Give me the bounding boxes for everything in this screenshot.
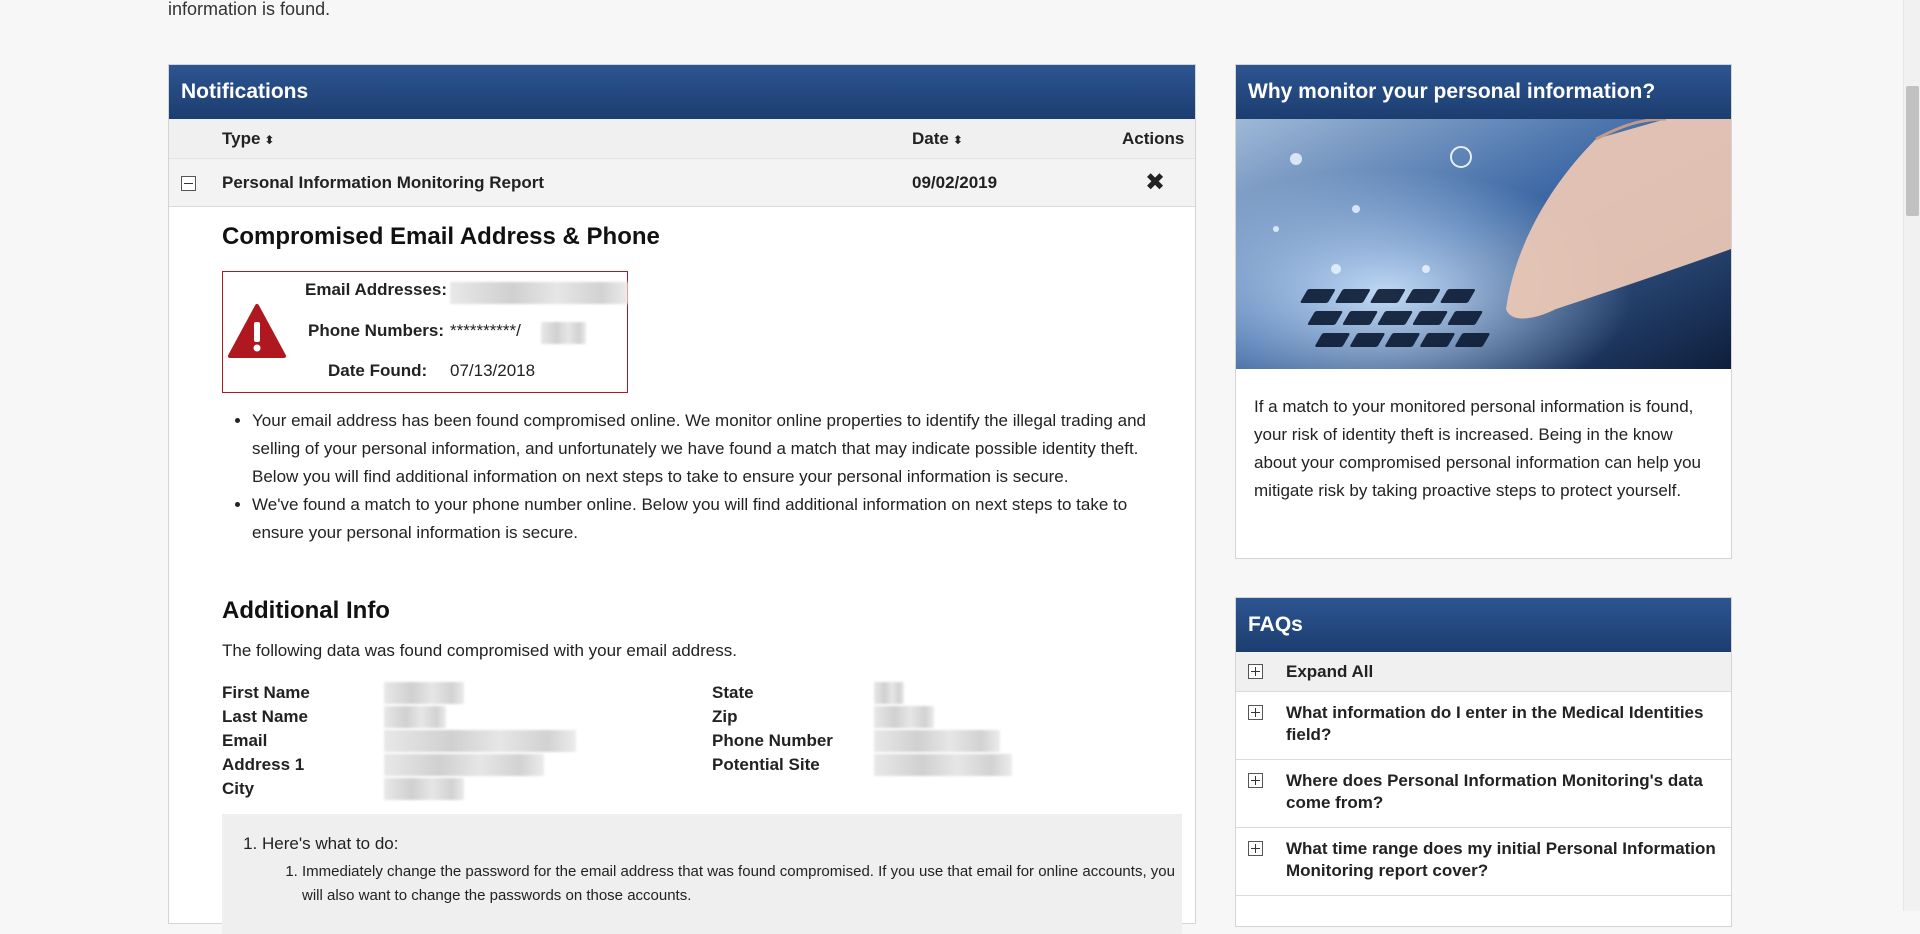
field-state: State	[712, 683, 754, 702]
field-first-name: First Name	[222, 683, 310, 702]
scrollbar-thumb[interactable]	[1906, 86, 1919, 216]
dismiss-icon[interactable]: ✖	[1145, 159, 1165, 207]
sort-icon: ⬍	[952, 133, 963, 147]
field-potential-site: Potential Site	[712, 755, 820, 774]
phone-redacted	[874, 730, 1000, 752]
address-redacted	[384, 754, 544, 776]
field-last-name: Last Name	[222, 707, 308, 726]
email-label: Email Addresses:	[305, 280, 448, 299]
additional-info-heading: Additional Info	[222, 597, 390, 624]
notification-row[interactable]: Personal Information Monitoring Report 0…	[169, 159, 1195, 207]
finding-email: Your email address has been found compro…	[252, 407, 1172, 491]
city-redacted	[384, 778, 464, 800]
date-found-value: 07/13/2018	[450, 361, 536, 380]
state-redacted	[874, 682, 904, 704]
site-redacted	[874, 754, 1012, 776]
sort-icon: ⬍	[264, 133, 275, 147]
page-scrollbar[interactable]	[1903, 0, 1920, 911]
email-redacted	[384, 730, 576, 752]
collapse-icon[interactable]	[181, 176, 196, 191]
why-monitor-title: Why monitor your personal information?	[1236, 65, 1731, 119]
field-email: Email	[222, 731, 268, 750]
expand-icon[interactable]	[1248, 773, 1263, 788]
faq-item[interactable]: What time range does my initial Personal…	[1236, 828, 1731, 896]
field-address-1: Address 1	[222, 755, 305, 774]
todo-list: Here's what to do: Immediately change th…	[222, 814, 1182, 908]
detail-heading: Compromised Email Address & Phone	[222, 223, 660, 250]
phone-value: **********/	[450, 321, 521, 340]
actions-column-label: Actions	[1122, 129, 1185, 148]
phone-value-redacted	[541, 322, 586, 344]
first-name-redacted	[384, 682, 464, 704]
field-zip: Zip	[712, 707, 738, 726]
intro-text-fragment: information is found.	[168, 0, 331, 19]
email-value-redacted	[450, 282, 628, 304]
compromised-alert-box: Email Addresses: Phone Numbers: ********…	[222, 271, 628, 393]
keyboard-hand-image	[1236, 119, 1731, 369]
last-name-redacted	[384, 706, 446, 728]
notification-date: 09/02/2019	[912, 173, 998, 192]
phone-label: Phone Numbers:	[308, 321, 445, 340]
additional-info-subtitle: The following data was found compromised…	[222, 641, 737, 660]
zip-redacted	[874, 706, 934, 728]
notification-type: Personal Information Monitoring Report	[222, 173, 545, 192]
findings-list: Your email address has been found compro…	[222, 407, 1172, 547]
expand-icon[interactable]	[1248, 705, 1263, 720]
field-city: City	[222, 779, 255, 798]
notification-detail: Compromised Email Address & Phone Email …	[222, 223, 1172, 800]
finding-phone: We've found a match to your phone number…	[252, 491, 1172, 547]
date-column-sort[interactable]: Date ⬍	[912, 119, 963, 160]
notifications-panel: Notifications Type ⬍ Date ⬍ Actions Person…	[168, 64, 1196, 934]
faq-expand-all[interactable]: Expand All	[1236, 652, 1731, 692]
faq-item[interactable]: Where does Personal Information Monitori…	[1236, 760, 1731, 828]
expand-icon[interactable]	[1248, 664, 1263, 679]
warning-icon	[228, 304, 286, 358]
field-phone-number: Phone Number	[712, 731, 833, 750]
todo-step: Immediately change the password for the …	[302, 860, 1182, 908]
notifications-title: Notifications	[169, 65, 1195, 119]
why-monitor-panel: Why monitor your personal information? I…	[1235, 64, 1732, 559]
faqs-title: FAQs	[1236, 598, 1731, 652]
expand-icon[interactable]	[1248, 841, 1263, 856]
todo-steps: Immediately change the password for the …	[262, 854, 1182, 908]
date-found-label: Date Found:	[328, 361, 428, 380]
faqs-panel: FAQs Expand All What information do I en…	[1235, 597, 1732, 927]
faq-item[interactable]: What information do I enter in the Medic…	[1236, 692, 1731, 760]
notifications-column-header: Type ⬍ Date ⬍ Actions	[169, 119, 1195, 159]
todo-box: Here's what to do: Immediately change th…	[222, 814, 1182, 934]
todo-title: Here's what to do:	[262, 834, 399, 853]
type-column-sort[interactable]: Type ⬍	[222, 119, 274, 160]
why-monitor-text: If a match to your monitored personal in…	[1254, 397, 1701, 500]
